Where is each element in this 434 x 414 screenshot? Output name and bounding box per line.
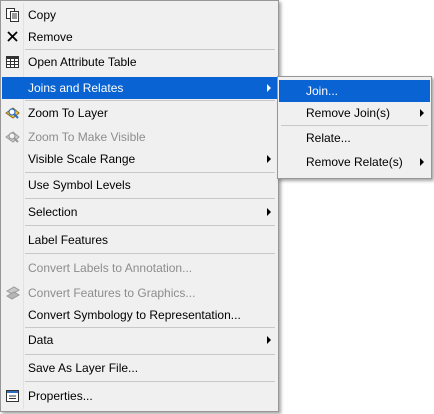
menu-separator [25,172,275,173]
menu-item-label: Label Features [28,233,109,247]
menu-item-open-attribute-table[interactable]: Open Attribute Table [2,51,277,73]
submenu-arrow-icon [267,155,271,163]
menu-item-data[interactable]: Data [2,329,277,351]
layer-context-menu: Copy Remove Open Attribute Table Joins a… [0,0,279,412]
menu-item-copy[interactable]: Copy [2,4,277,26]
zoom-to-make-visible-icon [5,129,21,145]
menu-item-remove[interactable]: Remove [2,26,277,48]
menu-separator [25,327,275,328]
menu-item-label: Remove [28,30,73,44]
menu-item-selection[interactable]: Selection [2,201,277,223]
menu-item-joins-and-relates[interactable]: Joins and Relates [2,77,277,99]
menu-item-label: Joins and Relates [28,81,124,95]
submenu-item-remove-relates[interactable]: Remove Relate(s) [279,151,430,173]
menu-separator [281,125,428,126]
menu-item-label: Convert Symbology to Representation... [28,308,241,322]
menu-item-label: Selection [28,205,78,219]
submenu-arrow-icon [420,158,424,166]
menu-separator [25,225,275,226]
menu-item-label: Properties... [28,389,93,403]
menu-separator [25,253,275,254]
menu-item-label: Open Attribute Table [28,55,137,69]
menu-item-label: Copy [28,8,57,22]
table-icon [5,54,21,70]
menu-item-label: Convert Features to Graphics... [28,286,196,300]
menu-item-label: Convert Labels to Annotation... [28,261,193,275]
submenu-arrow-icon [267,336,271,344]
menu-item-label: Remove Join(s) [306,106,391,120]
submenu-arrow-icon [267,208,271,216]
menu-item-convert-labels-to-annotation[interactable]: Convert Labels to Annotation... [2,257,277,279]
submenu-item-join[interactable]: Join... [279,80,430,102]
properties-icon [5,388,21,404]
menu-separator [25,198,275,199]
submenu-arrow-icon [267,84,271,92]
menu-item-label: Remove Relate(s) [306,155,403,169]
convert-graphics-icon [5,285,21,301]
submenu-item-remove-joins[interactable]: Remove Join(s) [279,102,430,124]
menu-item-label: Data [28,333,54,347]
menu-separator [25,49,275,50]
copy-icon [5,7,21,23]
menu-item-properties[interactable]: Properties... [2,385,277,407]
remove-x-icon [5,29,21,45]
menu-item-label: Use Symbol Levels [28,178,131,192]
menu-item-save-as-layer-file[interactable]: Save As Layer File... [2,357,277,379]
zoom-to-layer-icon [5,105,21,121]
menu-item-label: Zoom To Layer [28,106,108,120]
menu-item-label: Join... [306,84,339,98]
menu-item-label: Save As Layer File... [28,361,139,375]
menu-item-zoom-to-layer[interactable]: Zoom To Layer [2,102,277,124]
menu-item-visible-scale-range[interactable]: Visible Scale Range [2,148,277,170]
menu-item-label: Visible Scale Range [28,152,136,166]
menu-item-use-symbol-levels[interactable]: Use Symbol Levels [2,174,277,196]
menu-item-label-features[interactable]: Label Features [2,229,277,251]
menu-item-convert-symbology[interactable]: Convert Symbology to Representation... [2,304,277,326]
submenu-item-relate[interactable]: Relate... [279,127,430,149]
menu-item-label: Relate... [306,131,351,145]
menu-separator [25,354,275,355]
menu-separator [25,381,275,382]
joins-and-relates-submenu: Join... Remove Join(s) Relate... Remove … [277,76,432,179]
submenu-arrow-icon [420,109,424,117]
menu-item-convert-features-to-graphics[interactable]: Convert Features to Graphics... [2,282,277,304]
menu-item-label: Zoom To Make Visible [28,130,146,144]
menu-item-zoom-to-make-visible[interactable]: Zoom To Make Visible [2,126,277,148]
menu-separator [25,100,275,101]
